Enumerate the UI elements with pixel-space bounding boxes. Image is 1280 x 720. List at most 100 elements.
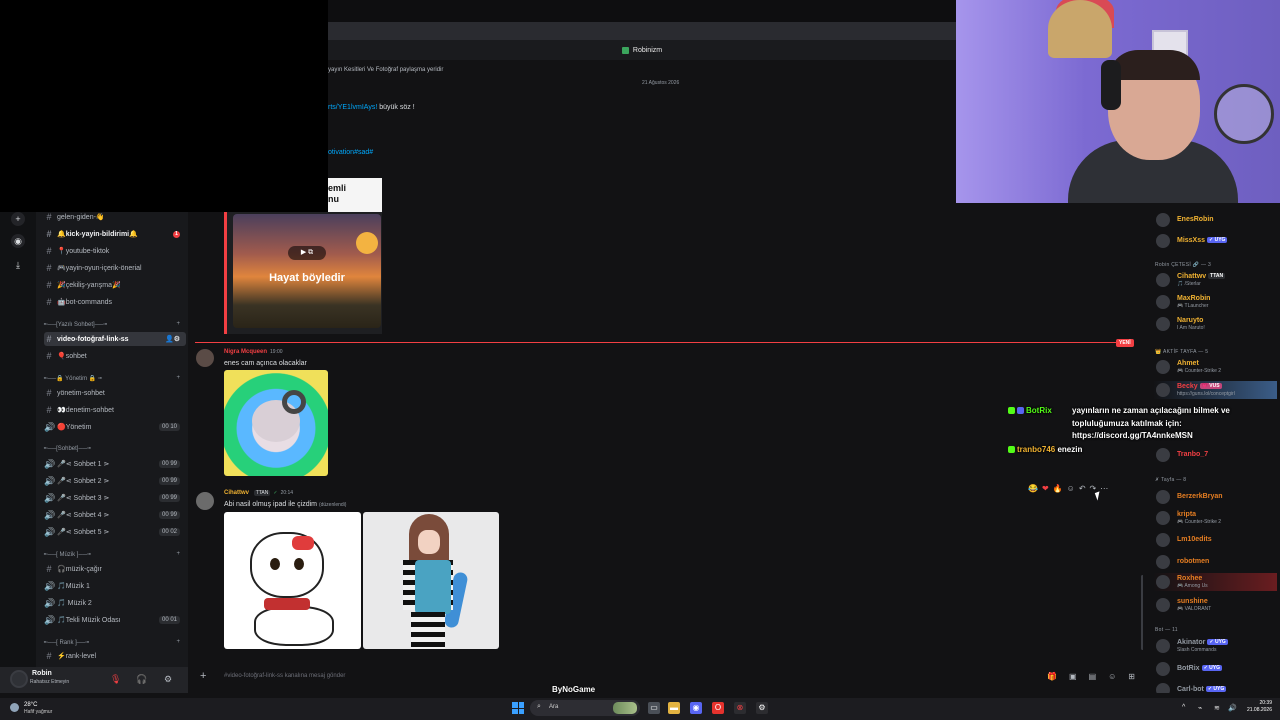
voice-channel[interactable]: 🔊 🎵Tekli Müzik Odası 00 01 [44,613,186,627]
apps-icon[interactable]: ⊞ [1128,672,1135,681]
member-item[interactable]: EnesRobin [1153,211,1277,229]
voice-channel[interactable]: 🔊 🎵Müzik 1 [44,579,186,593]
avatar[interactable] [10,670,28,688]
category-header[interactable]: ╾──[Yazılı Sohbet]──╼ + [44,321,186,328]
gif-icon[interactable]: ▣ [1069,672,1077,681]
weather-widget[interactable]: 28°C Hafif yağmur [10,700,70,718]
member-item[interactable]: Lm10edits [1153,531,1277,549]
role-tag: TTAN [253,490,271,496]
chevron-up-icon[interactable]: ^ [1182,704,1185,711]
avatar [1156,511,1170,525]
member-item[interactable]: Roxhee 🎮 Among Us [1153,573,1277,591]
add-server-icon[interactable]: + [11,212,25,226]
voice-channel[interactable]: 🔊 🔴Yönetim 00 10 [44,420,186,434]
avatar[interactable] [196,349,214,367]
message-composer[interactable]: + #video-fotoğraf-link-ss kanalına mesaj… [196,667,1143,687]
recorder-icon[interactable]: ⊗ [734,702,746,714]
fire-reaction-icon[interactable]: 🔥 [1053,484,1063,493]
message-author[interactable]: Cihattwv TTAN ✓ 20:14 [224,490,293,496]
webcam-feed [956,0,1280,203]
voice-channel[interactable]: 🔊 🎵 Müzik 2 [44,596,186,610]
member-item[interactable]: Carl-bot ✓ UYG [1153,681,1277,693]
video-thumbnail[interactable] [233,214,381,328]
channel-item-active[interactable]: # video-fotoğraf-link-ss 👤⚙ [44,332,186,346]
member-item[interactable]: Cihattwv TTAN 🎵 /Sterlar [1153,271,1277,289]
channel-item[interactable]: # 🎉çekiliş-yarışma🎉 [44,278,186,292]
member-item[interactable]: BotRix ✓ UYG [1153,660,1277,678]
voice-channel[interactable]: 🔊 🎤⋖ Sohbet 4 ⋗ 00 99 [44,508,186,522]
discover-icon[interactable]: ◉ [11,234,25,248]
mute-icon[interactable]: 🎙 [110,674,121,685]
download-icon[interactable]: ⤓ [11,258,25,272]
channel-item[interactable]: # gelen-giden-👋 [44,212,186,224]
hashtag-link[interactable]: otivation#sad# [328,149,373,156]
app-icon[interactable]: ⚙ [756,702,768,714]
add-channel-icon[interactable]: + [176,321,180,327]
message-link[interactable]: rts/YE1lvmIAys! [328,104,377,111]
system-clock[interactable]: 20:39 21.08.2026 [1232,700,1272,714]
voice-channel[interactable]: 🔊 🎤⋖ Sohbet 2 ⋗ 00 99 [44,474,186,488]
channel-item[interactable]: # 🎮yayin-oyun-içerik-önerial [44,261,186,275]
gear-icon[interactable]: ⚙ [164,674,172,685]
channel-settings-icon[interactable]: 👤⚙ [165,335,180,343]
drawing-attachment[interactable] [224,512,361,649]
laugh-reaction-icon[interactable]: 😂 [1028,484,1038,493]
channel-item[interactable]: # 🔔kick-yayin-bildirimi🔔 1 [44,227,186,241]
member-item[interactable]: Naruyto I Am Naruto! [1153,315,1277,333]
member-item[interactable]: BerzerkBryan [1153,488,1277,506]
headphones-icon[interactable]: 🎧 [136,674,147,685]
category-header[interactable]: ╾──[ Rank ]──╼ + [44,639,186,646]
member-item[interactable]: MissXss ✓ UYG [1153,232,1277,250]
voice-channel[interactable]: 🔊 🎤⋖ Sohbet 5 ⋗ 00 02 [44,525,186,539]
member-item[interactable]: kripta 🎮 Counter-Strike 2 [1153,509,1277,527]
message-author[interactable]: Nigra Mcqueen 19:00 [224,349,283,355]
voice-channel[interactable]: 🔊 🎤⋖ Sohbet 3 ⋗ 00 99 [44,491,186,505]
member-item[interactable]: Ahmet 🎮 Counter-Strike 2 [1153,358,1277,376]
category-header[interactable]: ╾──[ Müzik ]──╼ + [44,551,186,558]
add-channel-icon[interactable]: + [176,375,180,381]
drawing-attachment[interactable] [363,512,499,649]
discord-icon[interactable]: ◉ [690,702,702,714]
channel-item[interactable]: # 🎧müzik-çağır [44,562,186,576]
opera-icon[interactable]: O [712,702,724,714]
category-header[interactable]: ╾──[Sohbet]──╼ [44,445,186,452]
channel-item[interactable]: # ⚡rank-level [44,649,186,663]
member-item[interactable]: Becky 💗 VUS https://guns.lol/conceptgirl [1153,381,1277,399]
windows-start-icon[interactable] [512,702,524,714]
network-icon[interactable]: ⌁ [1198,704,1202,712]
member-item[interactable]: robotmen [1153,553,1277,571]
avatar[interactable] [196,492,214,510]
heart-reaction-icon[interactable]: ❤ [1042,484,1049,493]
add-channel-icon[interactable]: + [176,639,180,645]
channel-item[interactable]: # yönetim-sohbet [44,386,186,400]
speaker-icon: 🔊 [44,475,56,486]
play-button[interactable]: ▶ ⧉ [288,246,326,260]
channel-item[interactable]: # 🎈sohbet [44,349,186,363]
attach-plus-icon[interactable]: + [200,670,206,682]
task-view-icon[interactable]: ▭ [648,702,660,714]
hash-icon: # [46,388,52,398]
member-item[interactable]: sunshine 🎮 VALORANT [1153,596,1277,614]
voice-channel[interactable]: 🔊 🎤⋖ Sohbet 1 ⋗ 00 99 [44,457,186,471]
channel-item[interactable]: # 📍youtube-tiktok [44,244,186,258]
member-item[interactable]: MaxRobin 🎮 TLauncher [1153,293,1277,311]
cat-image-attachment[interactable] [224,370,328,476]
add-channel-icon[interactable]: + [176,551,180,557]
more-icon[interactable]: ⋯ [1100,484,1108,493]
sticker-icon[interactable]: ▤ [1089,672,1097,681]
wifi-icon[interactable]: ≋ [1214,704,1220,712]
member-item[interactable]: Akinator ✓ UYG Slash Commands [1153,637,1277,655]
speaker-icon: 🔊 [44,492,56,503]
category-header[interactable]: ╾──🔒 Yönetim 🔒 ╼ + [44,375,186,382]
add-reaction-icon[interactable]: ☺ [1067,484,1075,493]
gift-icon[interactable]: 🎁 [1047,672,1057,681]
taskbar-search[interactable]: ⌕ Ara [530,700,640,716]
channel-item[interactable]: # 🤖bot-commands [44,295,186,309]
emoji-icon[interactable]: ☺ [1108,672,1116,681]
avatar [1156,273,1170,287]
file-explorer-icon[interactable]: ▬ [668,702,680,714]
message-input[interactable]: #video-fotoğraf-link-ss kanalına mesaj g… [224,673,345,679]
mod-badge-icon [1017,407,1024,414]
reply-icon[interactable]: ↶ [1079,484,1086,493]
channel-item[interactable]: # 👀denetim-sohbet [44,403,186,417]
